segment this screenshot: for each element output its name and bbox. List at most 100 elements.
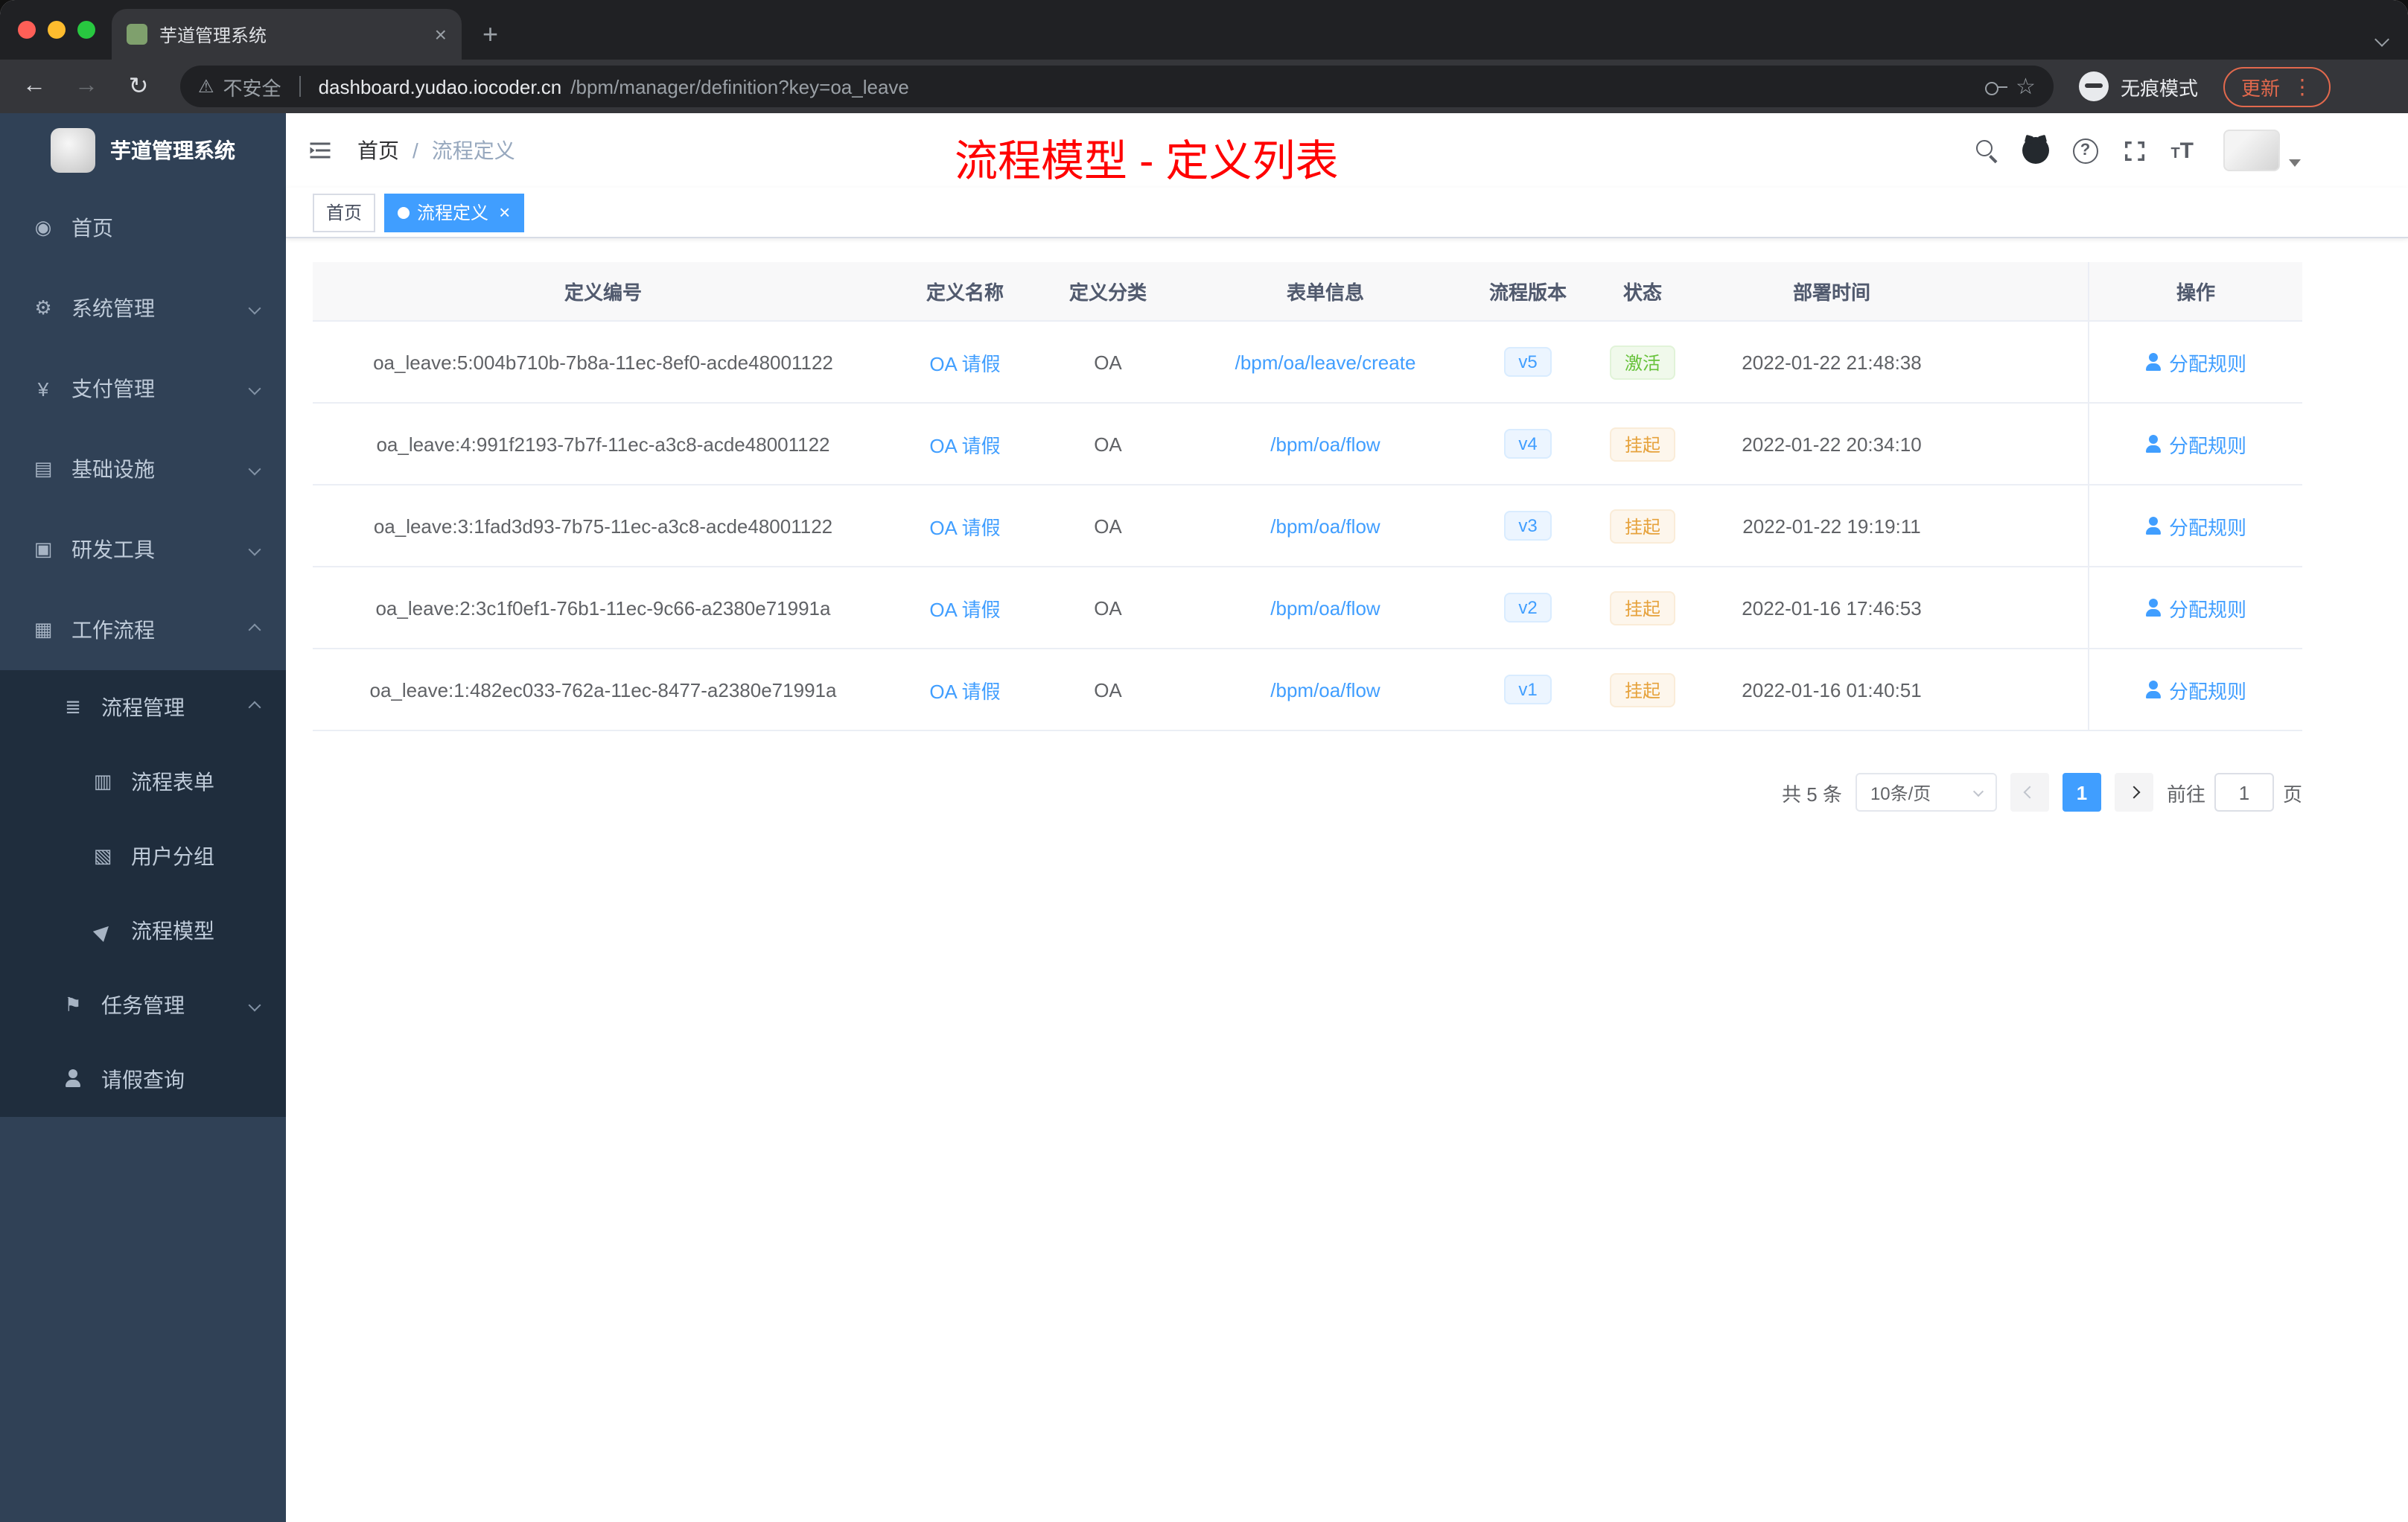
sidebar-item-system-management[interactable]: ⚙ 系统管理 (0, 268, 286, 348)
sidebar-item-leave-query[interactable]: 请假查询 (0, 1042, 286, 1117)
prev-page-button[interactable] (2010, 773, 2049, 812)
page-1-button[interactable]: 1 (2062, 773, 2101, 812)
user-icon (60, 1069, 86, 1091)
column-header: 状态 (1622, 281, 1662, 304)
forward-button[interactable]: → (70, 73, 103, 100)
page-size-select[interactable]: 10条/页 (1855, 773, 1997, 812)
font-size-icon[interactable]: TT (2170, 138, 2194, 163)
navbar-actions: ? TT (1974, 130, 2301, 171)
divider (299, 76, 301, 97)
sidebar-item-process-management[interactable]: ≣ 流程管理 (0, 670, 286, 745)
chevron-down-icon (248, 302, 261, 315)
bookmark-star-icon[interactable]: ☆ (2016, 73, 2036, 100)
browser-window: 芋道管理系统 × + ← → ↻ ⚠ 不安全 dashboard.yudao.i… (0, 0, 2408, 1522)
pagination-total: 共 5 条 (1782, 783, 1842, 805)
status-badge: 挂起 (1609, 427, 1675, 461)
column-header: 定义名称 (926, 281, 1004, 304)
breadcrumb-current: 流程定义 (431, 138, 515, 162)
minimize-window-button[interactable] (48, 21, 66, 39)
chevron-down-icon (1972, 785, 1984, 797)
github-icon[interactable] (2022, 137, 2049, 164)
definition-name-link[interactable]: OA 请假 (929, 675, 1000, 704)
breadcrumb-home[interactable]: 首页 (357, 136, 399, 165)
window-controls (18, 21, 95, 39)
sidebar-item-payment-management[interactable]: ¥ 支付管理 (0, 348, 286, 429)
sidebar-item-task-management[interactable]: ⚑ 任务管理 (0, 968, 286, 1042)
form-info-link[interactable]: /bpm/oa/leave/create (1235, 351, 1416, 373)
definition-name-link[interactable]: OA 请假 (929, 593, 1000, 622)
next-page-button[interactable] (2114, 773, 2153, 812)
version-badge: v4 (1503, 429, 1552, 459)
tag-process-definition[interactable]: 流程定义 × (384, 193, 524, 232)
form-info-link[interactable]: /bpm/oa/flow (1270, 596, 1380, 619)
yen-icon: ¥ (37, 378, 49, 400)
goto-page: 前往 页 (2167, 773, 2302, 812)
assign-rule-link[interactable]: 分配规则 (2145, 675, 2246, 704)
tag-home[interactable]: 首页 (313, 193, 376, 232)
main-area: 首页 / 流程定义 流程模型 - 定义列表 ? TT 首页 流程定义 × 定义编… (286, 113, 2408, 1522)
tab-close-icon[interactable]: × (435, 22, 447, 46)
column-header: 操作 (2088, 262, 2302, 320)
help-icon[interactable]: ? (2072, 138, 2098, 163)
red-annotation-text: 流程模型 - 定义列表 (955, 138, 1339, 186)
password-key-icon[interactable] (1984, 75, 2007, 98)
reload-button[interactable]: ↻ (122, 71, 155, 101)
browser-tab[interactable]: 芋道管理系统 × (112, 9, 462, 60)
gear-icon: ⚙ (34, 296, 52, 319)
fullscreen-icon[interactable] (2121, 138, 2147, 163)
tag-close-icon[interactable]: × (499, 201, 510, 223)
form-info-link[interactable]: /bpm/oa/flow (1270, 433, 1380, 455)
browser-toolbar: ← → ↻ ⚠ 不安全 dashboard.yudao.iocoder.cn /… (0, 60, 2408, 113)
search-icon[interactable] (1974, 138, 1998, 162)
sidebar-item-process-form[interactable]: ▥ 流程表单 (0, 745, 286, 819)
address-bar[interactable]: ⚠ 不安全 dashboard.yudao.iocoder.cn /bpm/ma… (180, 66, 2054, 107)
back-button[interactable]: ← (18, 73, 51, 100)
deploy-time-cell: 2022-01-22 19:19:11 (1742, 515, 1921, 537)
goto-page-input[interactable] (2214, 773, 2274, 812)
browser-update-button[interactable]: 更新 ⋮ (2223, 66, 2331, 106)
sidebar-item-dev-tools[interactable]: ▣ 研发工具 (0, 509, 286, 590)
form-info-link[interactable]: /bpm/oa/flow (1270, 515, 1380, 537)
security-label[interactable]: 不安全 (223, 72, 281, 101)
hamburger-icon[interactable] (307, 137, 334, 164)
column-header: 部署时间 (1792, 281, 1870, 304)
tab-title: 芋道管理系统 (159, 25, 267, 45)
close-window-button[interactable] (18, 21, 36, 39)
paper-plane-icon: ▶ (89, 917, 115, 943)
sidebar-item-home[interactable]: ◉ 首页 (0, 188, 286, 268)
assign-rule-link[interactable]: 分配规则 (2145, 348, 2246, 376)
assign-rule-link[interactable]: 分配规则 (2145, 430, 2246, 458)
deploy-time-cell: 2022-01-22 20:34:10 (1742, 433, 1922, 455)
sidebar-item-infrastructure[interactable]: ▤ 基础设施 (0, 429, 286, 509)
tab-search-chevron-icon[interactable] (2374, 25, 2389, 52)
column-header-spacer (1963, 262, 2088, 320)
spacer-cell (1963, 322, 2088, 402)
assign-rule-link[interactable]: 分配规则 (2145, 593, 2246, 622)
deploy-time-cell: 2022-01-22 21:48:38 (1742, 351, 1922, 373)
definition-name-link[interactable]: OA 请假 (929, 348, 1000, 376)
version-badge: v3 (1503, 511, 1552, 541)
workflow-submenu: ≣ 流程管理 ▥ 流程表单 ▧ 用户分组 ▶ 流程模型 ⚑ 任务管理 请假查询 (0, 670, 286, 1117)
table-row: oa_leave:5:004b710b-7b8a-11ec-8ef0-acde4… (313, 322, 2302, 404)
form-info-link[interactable]: /bpm/oa/flow (1270, 678, 1380, 701)
user-icon (2145, 517, 2163, 535)
sidebar-item-process-model[interactable]: ▶ 流程模型 (0, 894, 286, 968)
new-tab-button[interactable]: + (482, 9, 498, 60)
version-badge: v5 (1503, 347, 1552, 377)
zoom-window-button[interactable] (77, 21, 95, 39)
sidebar-item-workflow[interactable]: ▦ 工作流程 (0, 590, 286, 670)
chevron-down-icon (248, 382, 261, 395)
page-content: 定义编号 定义名称 定义分类 表单信息 流程版本 状态 部署时间 操作 oa_l… (286, 238, 2408, 1522)
assign-rule-link[interactable]: 分配规则 (2145, 512, 2246, 540)
browser-menu-icon[interactable]: ⋮ (2292, 74, 2313, 99)
sidebar-item-user-group[interactable]: ▧ 用户分组 (0, 819, 286, 894)
column-header: 定义编号 (564, 281, 642, 304)
definition-name-link[interactable]: OA 请假 (929, 430, 1000, 458)
sidebar-logo[interactable]: 芋道管理系统 (0, 113, 286, 188)
user-icon (2145, 435, 2163, 453)
chevron-down-icon (248, 999, 261, 1012)
status-badge: 挂起 (1609, 590, 1675, 625)
user-avatar-menu[interactable] (2223, 130, 2301, 171)
definition-name-link[interactable]: OA 请假 (929, 512, 1000, 540)
table-row: oa_leave:4:991f2193-7b7f-11ec-a3c8-acde4… (313, 404, 2302, 485)
